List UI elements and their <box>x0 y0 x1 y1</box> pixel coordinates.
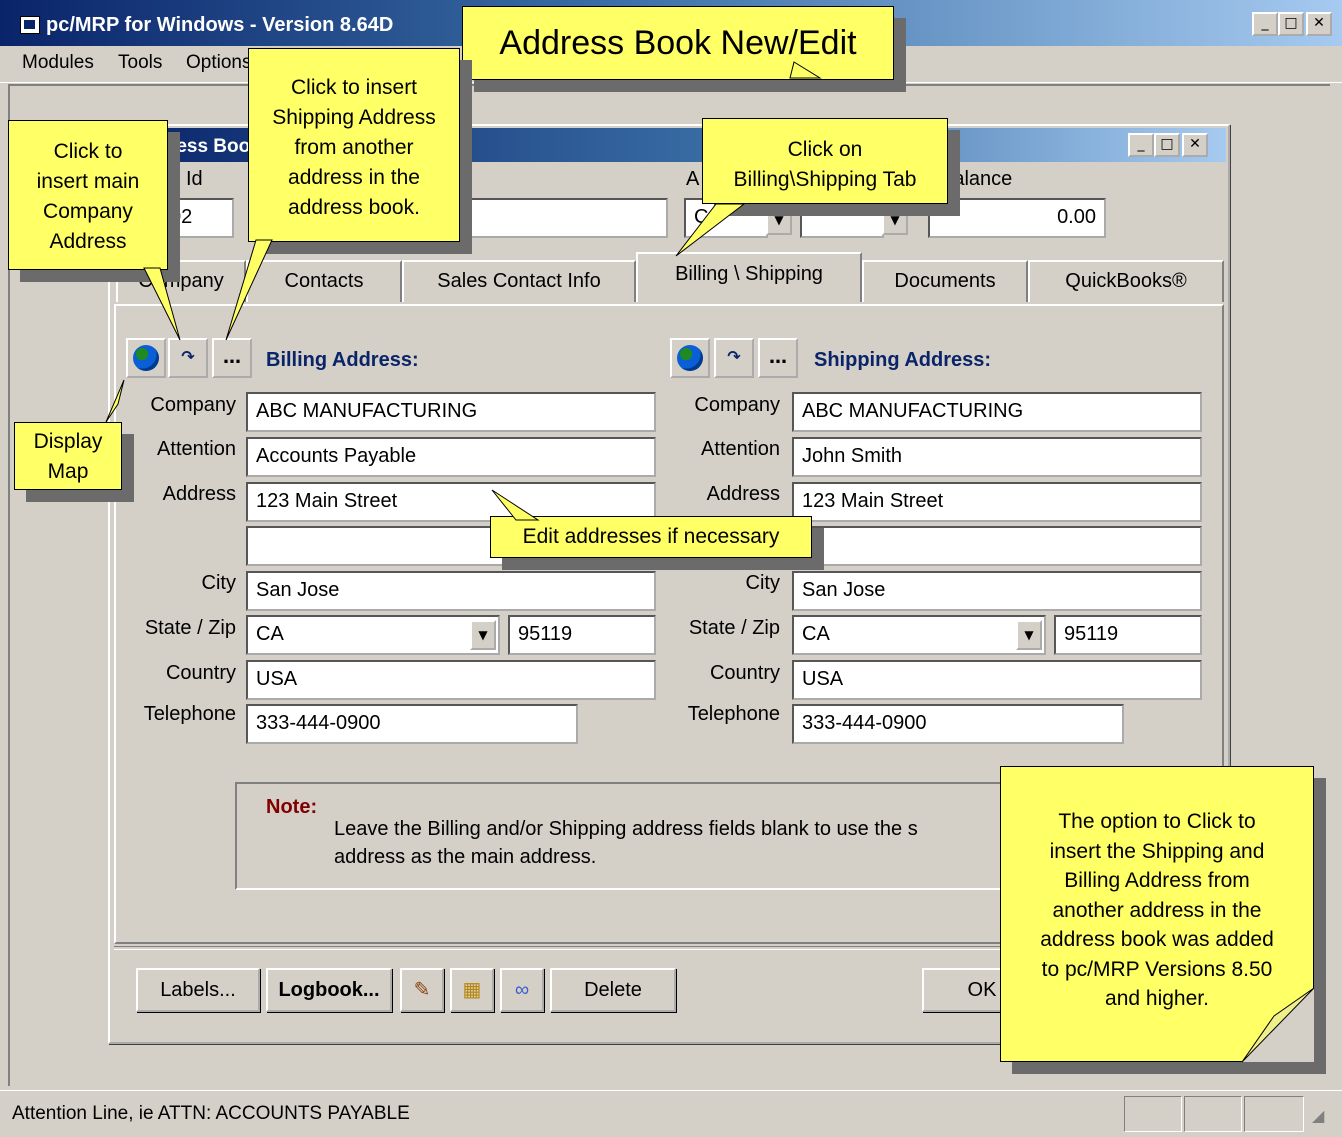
page-curl-icon <box>1241 987 1315 1063</box>
edit-callout-tail <box>491 489 540 521</box>
main-address-callout-tail <box>143 267 181 341</box>
title-callout-tail <box>789 61 822 79</box>
tab-callout-tail <box>675 203 746 257</box>
callout-pointers <box>105 61 822 521</box>
map-callout-tail <box>105 379 125 423</box>
shipping-callout-tail <box>225 239 273 341</box>
